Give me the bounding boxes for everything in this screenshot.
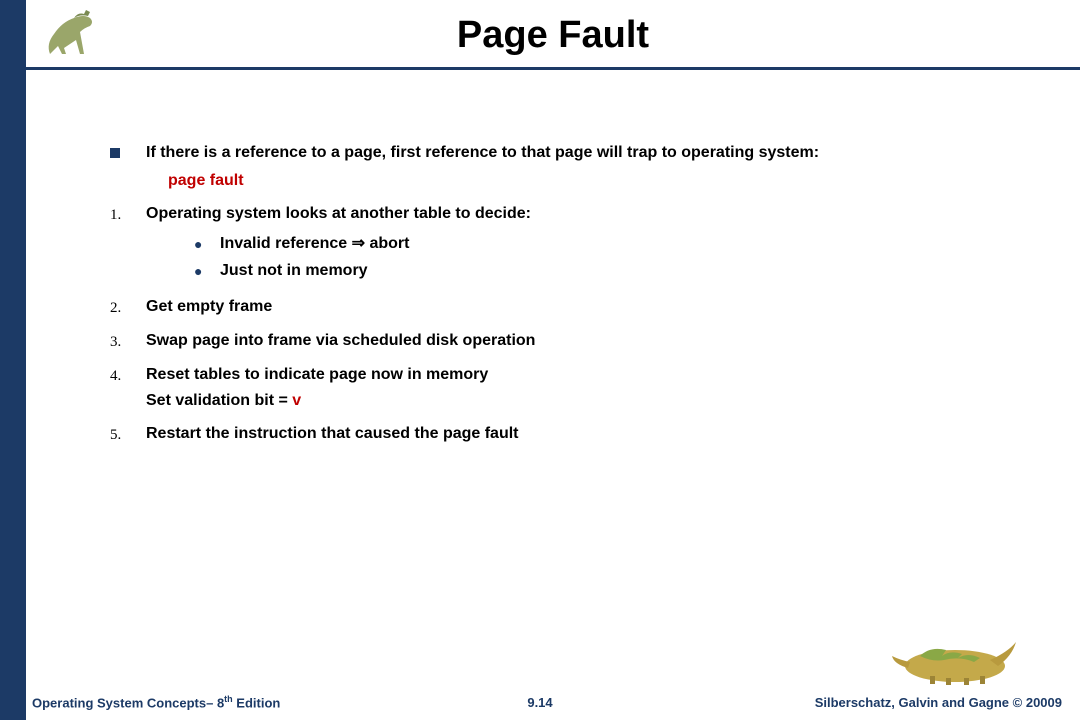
valid-bit: v	[292, 392, 301, 409]
step-text: Swap page into frame via scheduled disk …	[146, 328, 1040, 354]
step-number: 4.	[110, 368, 121, 384]
step-text: Reset tables to indicate page now in mem…	[146, 362, 1040, 413]
step-number: 3.	[110, 334, 121, 350]
step-text: Restart the instruction that caused the …	[146, 421, 1040, 447]
bullet-dot-icon: ●	[194, 231, 220, 257]
intro-text: If there is a reference to a page, first…	[146, 144, 819, 161]
bullet-square-icon	[110, 148, 120, 158]
step-text: Get empty frame	[146, 294, 1040, 320]
title-underline	[26, 67, 1080, 70]
sub-item: Just not in memory	[220, 258, 368, 284]
side-stripe	[0, 0, 26, 720]
page-fault-label: page fault	[168, 168, 1040, 194]
footer-right: Silberschatz, Galvin and Gagne © 20009	[815, 695, 1062, 710]
slide-body: If there is a reference to a page, first…	[110, 140, 1040, 455]
step-text: Operating system looks at another table …	[146, 205, 531, 222]
step-number: 2.	[110, 300, 121, 316]
step-number: 1.	[110, 207, 121, 223]
dinosaur-bottom-icon	[890, 626, 1020, 686]
bullet-dot-icon: ●	[194, 258, 220, 284]
step-number: 5.	[110, 427, 121, 443]
slide-title: Page Fault	[26, 0, 1080, 67]
sub-item: Invalid reference ⇒ abort	[220, 231, 409, 257]
